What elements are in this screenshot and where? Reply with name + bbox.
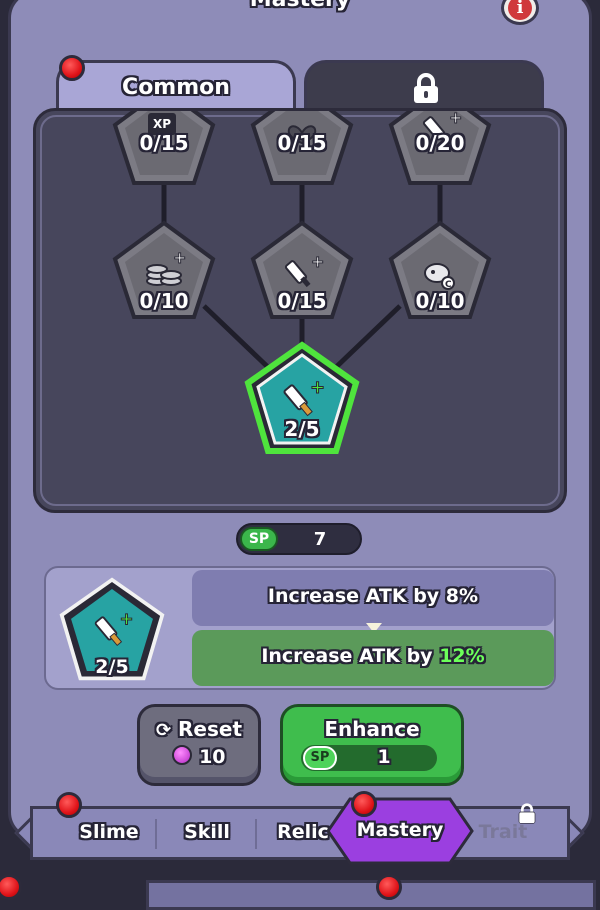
reset-label-row: ⟳ Reset — [140, 717, 258, 741]
nav-item-slime[interactable]: Slime — [69, 821, 149, 843]
next-effect-value: 12% — [439, 645, 485, 667]
nav-item-mastery-label: Mastery — [356, 819, 444, 841]
current-effect: Increase ATK by 8% — [192, 570, 554, 626]
sp-icon: SP — [303, 746, 337, 770]
mastery-node-hp[interactable]: 0/15 — [247, 111, 357, 193]
mastery-node-slime[interactable]: C 0/10 — [385, 217, 495, 327]
node-count: 0/15 — [277, 289, 327, 313]
svg-text:+: + — [449, 108, 462, 127]
svg-text:+: + — [311, 252, 324, 271]
enhance-cost-bar: SP 1 — [301, 745, 437, 771]
mastery-node-xp[interactable]: XP 0/15 — [109, 111, 219, 193]
node-count: 0/10 — [139, 289, 189, 313]
lock-icon — [414, 73, 438, 103]
node-detail-panel: + 2/5 Increase ATK by 8% Increase ATK by… — [44, 566, 556, 690]
enhance-cost: 1 — [377, 746, 391, 768]
node-count: 0/20 — [415, 131, 465, 155]
svg-text:+: + — [119, 608, 133, 628]
svg-text:+: + — [310, 377, 325, 398]
notification-dot — [59, 55, 85, 81]
gem-icon — [172, 745, 193, 765]
lower-panel-edge — [146, 880, 596, 910]
refresh-icon: ⟳ — [155, 720, 172, 741]
notification-dot — [0, 874, 22, 900]
sp-value: 7 — [313, 529, 327, 550]
nav-item-skill[interactable]: Skill — [167, 821, 247, 843]
reset-cost-row: 10 — [140, 745, 258, 768]
sp-icon: SP — [240, 527, 278, 551]
mastery-tree: XP 0/15 0/15 + 0/20 + 0/10 + 0/15 C 0/10… — [33, 108, 567, 513]
mastery-node-gold[interactable]: + 0/10 — [109, 217, 219, 327]
info-icon: i — [508, 0, 532, 20]
tab-common-label: Common — [122, 75, 230, 100]
enhance-label: Enhance — [324, 717, 420, 741]
current-effect-text: Increase ATK by 8% — [267, 585, 479, 607]
skill-points-display: SP 7 — [236, 523, 362, 555]
notification-dot — [376, 874, 402, 900]
node-count: 0/15 — [139, 131, 189, 155]
nav-item-mastery[interactable]: Mastery — [326, 797, 474, 865]
lock-icon — [518, 803, 536, 824]
node-count: 0/10 — [415, 289, 465, 313]
node-count: 2/5 — [284, 417, 320, 441]
selected-node-icon: + 2/5 — [58, 576, 166, 684]
svg-text:+: + — [173, 248, 186, 267]
enhance-button[interactable]: Enhance SP 1 — [280, 704, 464, 786]
mastery-node-atk-tier1[interactable]: + 2/5 — [244, 341, 360, 457]
bottom-nav: Slime Skill Relic Trait — [30, 803, 570, 860]
mastery-node-atk-tier2[interactable]: + 0/15 — [247, 217, 357, 327]
node-count: 0/15 — [277, 131, 327, 155]
reset-button[interactable]: ⟳ Reset 10 — [137, 704, 261, 786]
next-effect: Increase ATK by 12% — [192, 630, 554, 686]
reset-label: Reset — [178, 717, 243, 741]
selected-node-count: 2/5 — [95, 656, 129, 678]
info-button[interactable]: i — [501, 0, 539, 25]
notification-dot — [351, 791, 377, 817]
reset-cost: 10 — [199, 746, 226, 768]
mastery-node-atk-tier3[interactable]: + 0/20 — [385, 108, 495, 193]
next-effect-prefix: Increase ATK by — [261, 645, 440, 667]
next-effect-text: Increase ATK by 12% — [192, 645, 554, 667]
notification-dot — [56, 792, 82, 818]
